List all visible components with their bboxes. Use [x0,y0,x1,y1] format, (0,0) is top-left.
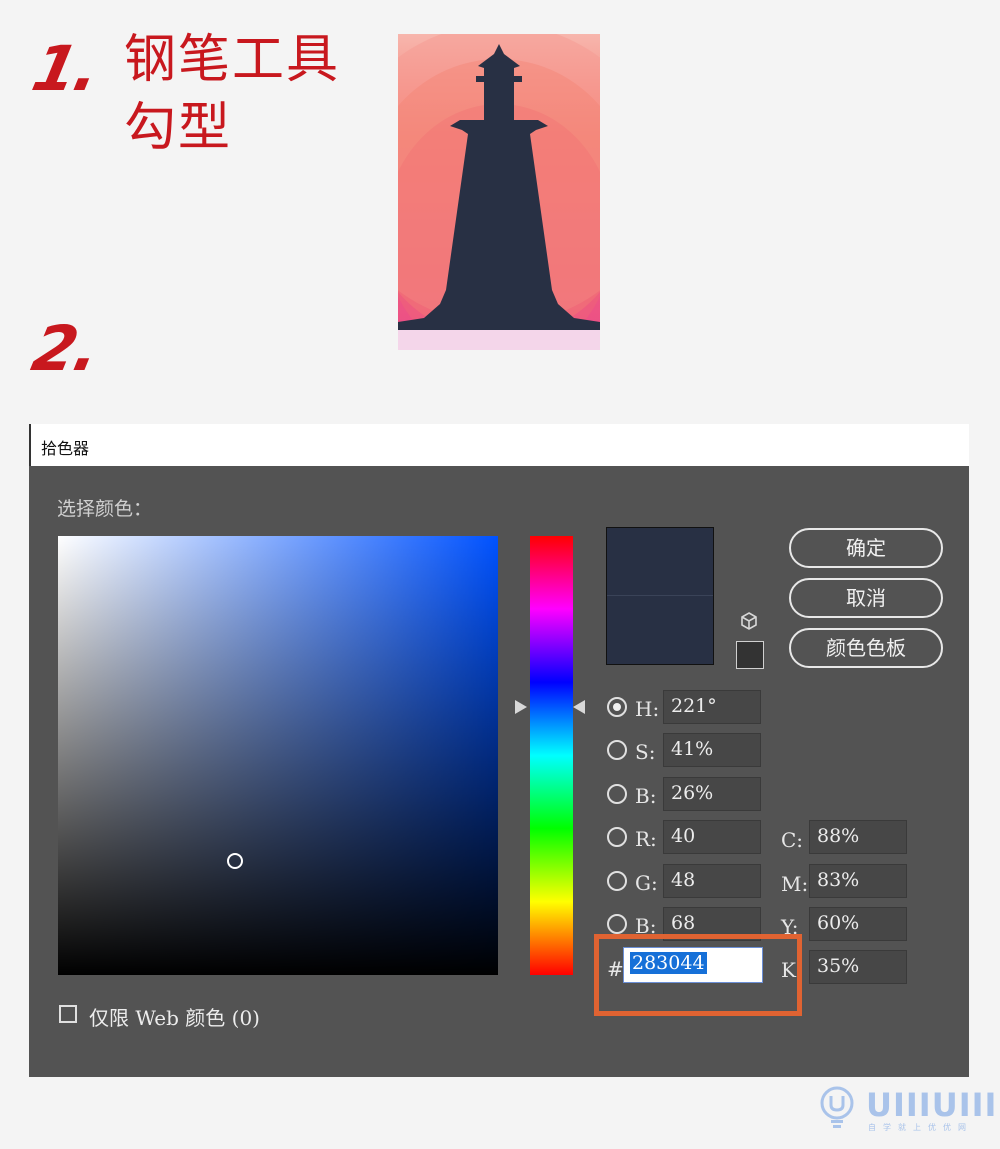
lightbulb-logo-icon [820,1086,854,1128]
hue-slider-handle-left[interactable] [515,700,527,714]
web-colors-only-label: 仅限 Web 颜色 (0) [89,1006,260,1030]
web-colors-only-checkbox[interactable] [59,1005,77,1023]
radio-green[interactable] [607,871,627,891]
saturation-label: S: [635,740,656,764]
color-swatches-button[interactable]: 颜色色板 [789,628,943,668]
step-1-number: 1. [26,32,105,105]
step-1-subtitle: 勾型 [124,98,233,158]
saturation-field[interactable]: 41% [663,733,761,767]
color-preview-swatch [606,527,714,665]
cyan-label: C: [781,828,804,852]
watermark-tagline: 自学就上优优网 [868,1123,973,1132]
red-label: R: [635,827,657,851]
brightness-label: B: [635,784,657,808]
radio-red[interactable] [607,827,627,847]
web-safe-color-swatch[interactable] [736,641,764,669]
black-field[interactable]: 35% [809,950,907,984]
magenta-field[interactable]: 83% [809,864,907,898]
radio-brightness[interactable] [607,784,627,804]
green-label: G: [635,871,658,895]
hue-label: H: [635,697,660,721]
radio-blue[interactable] [607,914,627,934]
color-picker-dialog: 拾色器 选择颜色： 确定 取消 颜色色板 H: 221° S: 41% B: 2… [29,424,969,1077]
cyan-field[interactable]: 88% [809,820,907,854]
dialog-titlebar[interactable]: 拾色器 [29,424,969,466]
watermark: UIIIUIII 自学就上优优网 [818,1086,996,1136]
brightness-field[interactable]: 26% [663,777,761,811]
yellow-field[interactable]: 60% [809,907,907,941]
green-field[interactable]: 48 [663,864,761,898]
lighthouse-illustration [398,34,600,350]
step-2-number: 2. [26,312,105,385]
web-safe-cube-icon[interactable] [739,611,759,631]
hue-field[interactable]: 221° [663,690,761,724]
hue-slider-handle-right[interactable] [573,700,585,714]
color-selection-marker[interactable] [227,853,243,869]
select-color-label: 选择颜色： [57,498,153,520]
cancel-button[interactable]: 取消 [789,578,943,618]
radio-hue[interactable] [607,697,627,717]
saturation-brightness-field[interactable] [58,536,498,975]
swatch-divider [607,595,713,596]
radio-saturation[interactable] [607,740,627,760]
hex-highlight-box [594,934,802,1016]
hue-slider[interactable] [530,536,573,975]
magenta-label: M: [781,872,809,896]
dialog-title: 拾色器 [41,439,90,458]
ok-button[interactable]: 确定 [789,528,943,568]
step-1-title: 钢笔工具 [124,30,341,90]
red-field[interactable]: 40 [663,820,761,854]
watermark-brand: UIIIUIII [866,1086,998,1124]
